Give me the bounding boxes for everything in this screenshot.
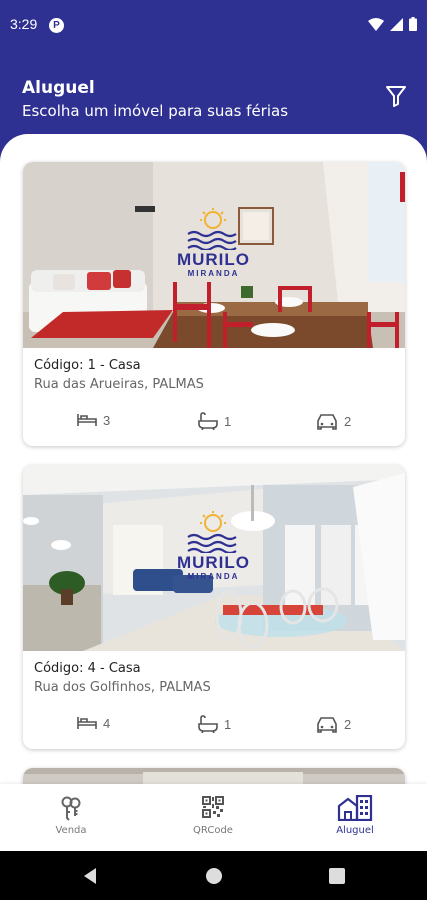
brand-watermark: MURILO MIRANDA [166, 208, 261, 278]
filter-button[interactable] [385, 84, 407, 108]
listings-container[interactable]: MURILO MIRANDA Código: 1 - Casa Rua das … [0, 134, 427, 784]
brand-watermark: MURILO MIRANDA [166, 511, 261, 581]
bathrooms-feature: 1 [197, 412, 231, 430]
nav-item-aluguel[interactable]: Aluguel [284, 784, 426, 851]
app-notification-icon: P [49, 18, 64, 33]
property-photo: MURILO MIRANDA [23, 162, 405, 348]
page-subtitle: Escolha um imóvel para suas férias [22, 102, 289, 120]
back-icon[interactable] [82, 867, 98, 885]
bathrooms-count: 1 [224, 413, 232, 429]
property-photo: MURILO MIRANDA [23, 465, 405, 651]
property-code: Código: 1 - Casa [34, 358, 141, 373]
signal-icon [390, 17, 403, 31]
wifi-icon [368, 17, 384, 31]
bedrooms-feature: 4 [76, 715, 110, 731]
property-card[interactable]: MURILO MIRANDA Código: 1 - Casa Rua das … [23, 162, 405, 446]
app-header: Aluguel Escolha um imóvel para suas féri… [0, 52, 427, 142]
property-code: Código: 4 - Casa [34, 661, 141, 676]
status-bar: 3:29 P [0, 0, 427, 52]
nav-item-venda[interactable]: Venda [0, 784, 142, 851]
nav-item-qrcode[interactable]: QRCode [142, 784, 284, 851]
bathrooms-feature: 1 [197, 715, 231, 733]
bathrooms-count: 1 [224, 716, 232, 732]
bed-icon [77, 414, 97, 426]
nav-label: QRCode [193, 825, 233, 836]
buildings-icon [337, 795, 373, 821]
car-icon [317, 414, 337, 430]
home-icon[interactable] [205, 867, 223, 885]
garages-feature: 2 [315, 715, 351, 733]
property-info: Código: 4 - Casa Rua dos Golfinhos, PALM… [23, 651, 405, 749]
page-title: Aluguel [22, 78, 95, 98]
recents-icon[interactable] [329, 868, 345, 884]
status-time: 3:29 [10, 16, 38, 32]
bedrooms-count: 4 [103, 715, 111, 731]
bathtub-icon [198, 412, 218, 430]
bathtub-icon [198, 715, 218, 733]
property-photo [23, 768, 405, 784]
property-address: Rua das Arueiras, PALMAS [34, 377, 204, 392]
garages-feature: 2 [315, 412, 351, 430]
brand-surname: MIRANDA [187, 572, 240, 581]
brand-name: MURILO [176, 553, 251, 572]
car-icon [317, 717, 337, 733]
property-info: Código: 1 - Casa Rua das Arueiras, PALMA… [23, 348, 405, 446]
nav-label: Aluguel [336, 825, 374, 836]
battery-icon [409, 17, 417, 31]
bedrooms-count: 3 [103, 412, 111, 428]
sun-logo-icon [187, 208, 237, 252]
property-card[interactable]: MURILO MIRANDA Código: 4 - Casa Rua dos … [23, 465, 405, 749]
status-icons [368, 17, 417, 31]
garages-count: 2 [344, 413, 352, 429]
property-address: Rua dos Golfinhos, PALMAS [34, 680, 211, 695]
qrcode-icon [202, 796, 224, 818]
sun-logo-icon [187, 511, 237, 555]
bedrooms-feature: 3 [76, 412, 110, 428]
filter-icon [386, 86, 406, 107]
brand-name: MURILO [176, 250, 251, 269]
bottom-navigation: Venda QRCode Aluguel [0, 784, 427, 851]
brand-surname: MIRANDA [187, 269, 240, 278]
property-card[interactable] [23, 768, 405, 784]
garages-count: 2 [344, 716, 352, 732]
keys-icon [61, 796, 81, 821]
system-navigation-bar [0, 851, 427, 900]
bed-icon [77, 717, 97, 729]
nav-label: Venda [55, 825, 87, 836]
